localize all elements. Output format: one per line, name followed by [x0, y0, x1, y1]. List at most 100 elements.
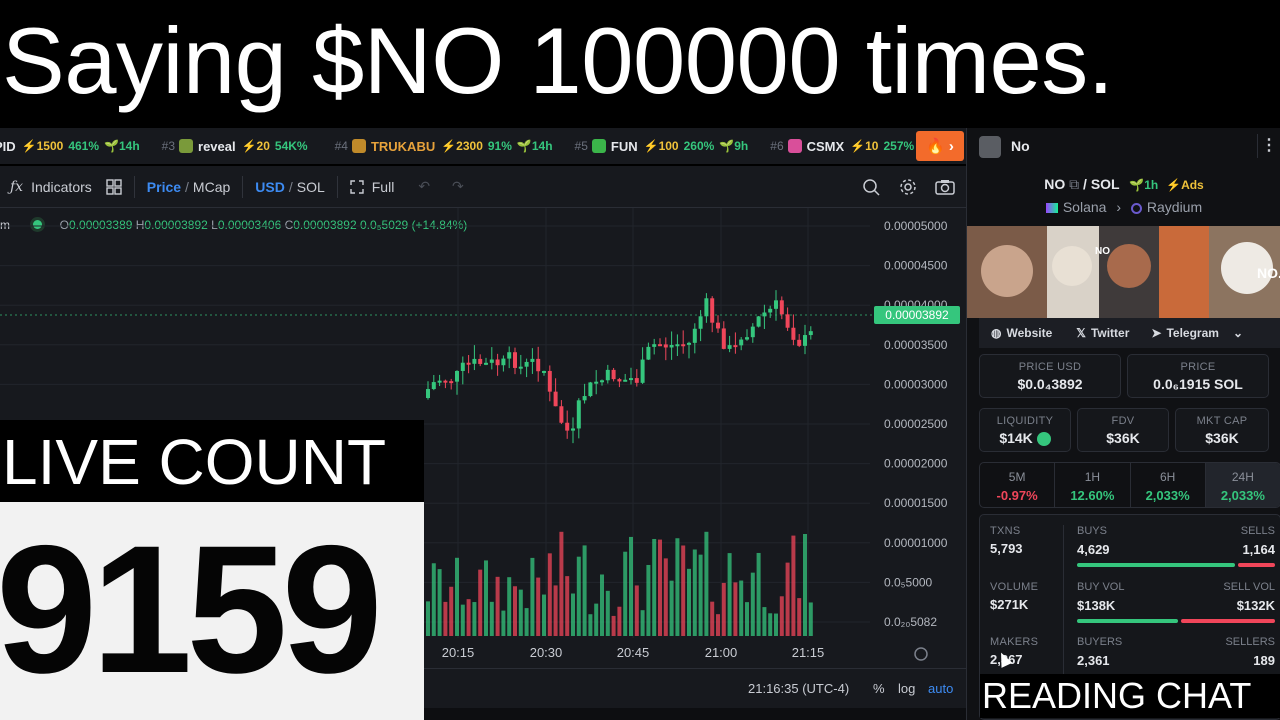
price-axis-label: 0.00002500: [884, 417, 948, 431]
video-title-banner: Saying $NO 100000 times.: [0, 0, 1280, 124]
candle-body: [808, 331, 813, 336]
volume-bar: [605, 590, 610, 636]
ticker-change: 54K%: [274, 139, 308, 153]
candle-body: [663, 344, 668, 348]
candle-body: [791, 327, 796, 340]
volume-bar: [466, 599, 471, 636]
layout-icon[interactable]: [106, 166, 122, 208]
tab-6h[interactable]: 6H 2,033%: [1131, 463, 1206, 507]
volume-bar: [733, 582, 738, 636]
fdv-card: FDV $36K: [1077, 408, 1169, 452]
mcap-option[interactable]: MCap: [193, 179, 230, 195]
stat-label: VOLUME: [990, 581, 1039, 593]
token-logo-icon: [591, 139, 606, 153]
zoom-icon[interactable]: [862, 166, 880, 208]
candle-body: [646, 346, 651, 360]
percent-scale-toggle[interactable]: %: [873, 681, 885, 696]
candle-body: [698, 316, 703, 329]
candle-body: [582, 396, 587, 401]
tab-label: 24H: [1231, 470, 1254, 484]
volume-bar: [739, 580, 744, 636]
ticker-item[interactable]: #6 CSMX ⚡10 257%: [770, 139, 919, 154]
chevron-down-icon[interactable]: ⌄: [1233, 326, 1243, 340]
volume-bar: [530, 557, 535, 636]
candle-body: [466, 362, 471, 365]
candle-body: [669, 344, 674, 348]
candle-body: [652, 344, 657, 347]
ticker-item[interactable]: #5 FUN ⚡100 260% 🌱9h: [575, 139, 749, 154]
candle-body: [774, 300, 778, 309]
sell-side-label: SELL VOL: [1223, 581, 1275, 593]
indicators-button[interactable]: ƒx Indicators: [10, 166, 92, 208]
full-button[interactable]: Full: [350, 166, 394, 208]
price-axis-label: 0.0₅5000: [884, 575, 933, 589]
candle-body: [513, 352, 517, 368]
volume-bar: [797, 598, 802, 636]
toolbar-divider: [242, 175, 244, 198]
candle-body: [692, 328, 697, 343]
ticker-age: 🌱14h: [516, 139, 553, 153]
token-header: No ⋮: [967, 128, 1280, 164]
candle-body: [576, 400, 581, 429]
tab-24h[interactable]: 24H 2,033%: [1205, 463, 1280, 507]
chain-name[interactable]: Solana: [1063, 199, 1107, 215]
website-link[interactable]: ◍ Website: [991, 326, 1052, 340]
price-mcap-toggle[interactable]: Price / MCap: [147, 166, 231, 208]
volume-bar: [762, 607, 767, 636]
copy-icon[interactable]: ⧉: [1069, 176, 1079, 192]
tab-value: 12.60%: [1070, 488, 1115, 503]
volume-bar: [513, 586, 517, 636]
candle-body: [675, 344, 680, 347]
candle-body: [600, 380, 604, 383]
volume-bar: [779, 596, 784, 636]
candle-body: [431, 382, 436, 390]
redo-icon[interactable]: ↷: [452, 166, 464, 208]
more-menu-icon[interactable]: ⋮: [1257, 134, 1277, 158]
volume-bar: [518, 589, 523, 636]
candle-body: [756, 316, 761, 327]
log-scale-toggle[interactable]: log: [898, 681, 915, 696]
price-usd-card: PRICE USD $0.0₄3892: [979, 354, 1121, 398]
ticker-boost: ⚡1500: [21, 139, 64, 153]
tab-5m[interactable]: 5M -0.97%: [980, 463, 1056, 507]
token-avatar: [979, 136, 1001, 158]
volume-bar: [484, 560, 488, 636]
fx-icon: ƒx: [10, 178, 24, 195]
settings-gear-icon[interactable]: [899, 166, 917, 208]
ticker-item[interactable]: PID ⚡1500 461% 🌱14h: [0, 139, 140, 154]
twitter-link[interactable]: 𝕏 Twitter: [1076, 326, 1129, 340]
currency-toggle[interactable]: USD / SOL: [255, 166, 324, 208]
price-sol-value: 0.0₆1915 SOL: [1153, 376, 1243, 392]
stat-label: TXNS: [990, 525, 1021, 537]
ticker-rank: #3: [161, 139, 176, 153]
tab-1h[interactable]: 1H 12.60%: [1055, 463, 1131, 507]
auto-scale-toggle[interactable]: auto: [928, 681, 953, 696]
candle-body: [449, 381, 454, 384]
volume-bar: [727, 553, 732, 636]
live-count-number: 9159: [0, 507, 383, 711]
token-banner-image: NO NO.: [967, 226, 1280, 318]
candle-body: [640, 359, 645, 383]
candle-body: [426, 389, 430, 398]
trending-button[interactable]: 🔥 ›: [916, 131, 964, 161]
camera-icon[interactable]: [935, 166, 955, 208]
dex-name[interactable]: Raydium: [1147, 199, 1202, 215]
time-axis-label: 20:45: [617, 645, 650, 660]
candle-body: [605, 369, 610, 381]
volume-bar: [768, 613, 773, 636]
volume-bar: [675, 538, 680, 636]
sol-option[interactable]: SOL: [297, 179, 325, 195]
ticker-item[interactable]: #3 reveal ⚡20 54K%: [162, 139, 313, 154]
volume-bar: [553, 585, 558, 636]
ticker-change: 260%: [683, 139, 715, 153]
mktcap-value: $36K: [1205, 430, 1239, 446]
telegram-link[interactable]: ➤ Telegram: [1151, 326, 1219, 340]
price-option[interactable]: Price: [147, 179, 181, 195]
undo-icon[interactable]: ↶: [418, 166, 430, 208]
volume-bar: [542, 594, 546, 636]
seedling-icon: 🌱: [1129, 178, 1145, 192]
usd-option[interactable]: USD: [255, 179, 285, 195]
volume-bar: [437, 569, 442, 636]
sell-side-value: 189: [1253, 653, 1275, 668]
ticker-item[interactable]: #4 TRUKABU ⚡2300 91% 🌱14h: [335, 139, 553, 154]
